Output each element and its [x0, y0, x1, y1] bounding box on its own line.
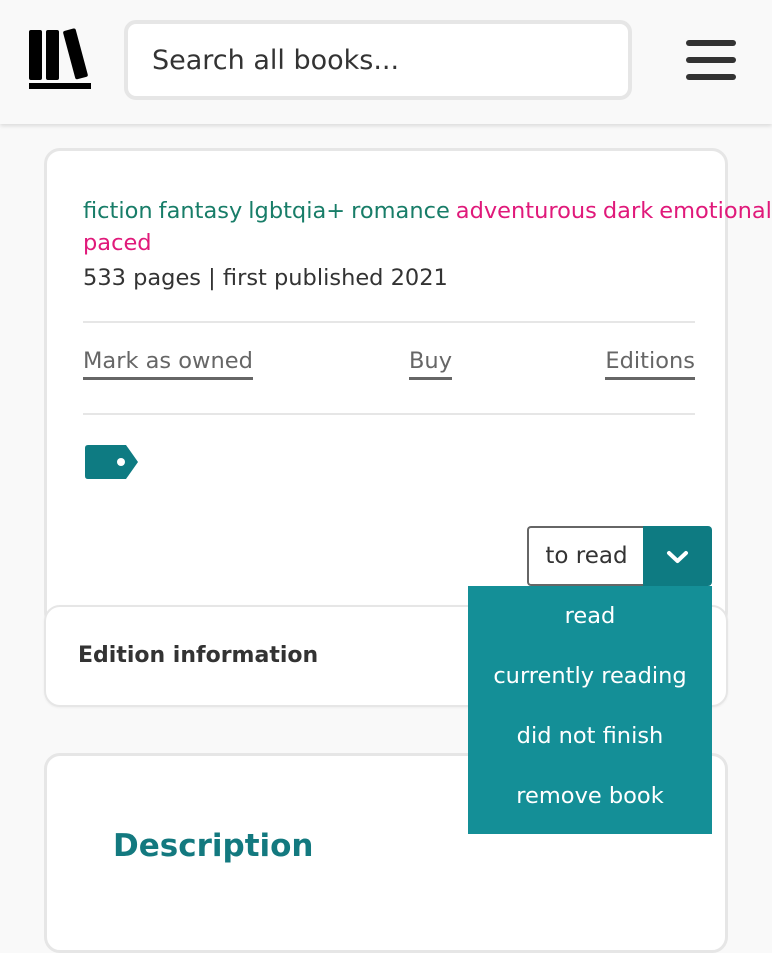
mark-as-owned-link[interactable]: Mark as owned [83, 347, 253, 380]
action-links: Mark as owned Buy Editions [83, 347, 695, 383]
mood-tag[interactable]: dark [603, 198, 653, 224]
divider [83, 413, 695, 415]
tag-icon[interactable] [85, 445, 141, 479]
genre-tag[interactable]: lgbtqia+ [248, 198, 345, 224]
book-meta: 533 pages | first published 2021 [83, 265, 448, 291]
search-box[interactable] [124, 20, 632, 100]
genre-tag[interactable]: fiction [83, 198, 153, 224]
status-option-currently-reading[interactable]: currently reading [468, 646, 712, 706]
buy-link[interactable]: Buy [409, 347, 453, 380]
search-input[interactable] [128, 24, 628, 96]
divider [83, 321, 695, 323]
hamburger-menu-icon[interactable] [686, 40, 738, 80]
status-dropdown-menu: read currently reading did not finish re… [468, 586, 712, 834]
genre-tag[interactable]: romance [351, 198, 450, 224]
description-heading: Description [113, 828, 314, 864]
top-header [0, 0, 772, 124]
tag-list: fiction fantasy lgbtqia+ romance adventurous… [83, 195, 772, 259]
status-option-read[interactable]: read [468, 586, 712, 646]
bookshelf-icon[interactable] [28, 28, 92, 90]
edition-information-heading: Edition information [78, 643, 319, 668]
status-option-did-not-finish[interactable]: did not finish [468, 706, 712, 766]
status-current-value[interactable]: to read [527, 526, 644, 586]
editions-link[interactable]: Editions [605, 347, 695, 380]
mood-tag[interactable]: emotional [659, 198, 772, 224]
mood-tag[interactable]: adventurous [456, 198, 597, 224]
status-dropdown-toggle[interactable] [643, 526, 712, 586]
reading-status-select[interactable]: to read [527, 526, 712, 586]
genre-tag[interactable]: fantasy [159, 198, 243, 224]
chevron-down-icon [667, 551, 688, 563]
status-option-remove-book[interactable]: remove book [468, 766, 712, 826]
